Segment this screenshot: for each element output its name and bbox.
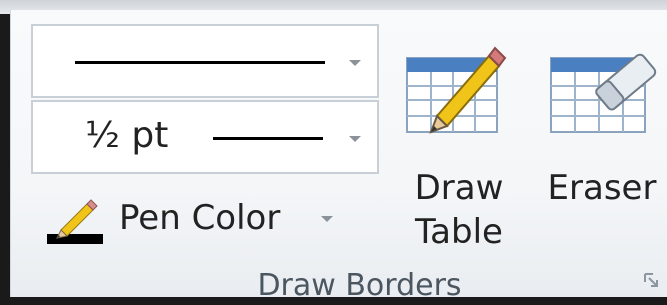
eraser-button[interactable]: Eraser xyxy=(541,38,663,258)
draw-borders-group: ½ pt Pen Color Draw Table Eraser Draw Bo… xyxy=(10,10,667,303)
dialog-launcher-icon[interactable] xyxy=(644,273,658,287)
line-weight-value: ½ pt xyxy=(85,115,169,156)
draw-table-button[interactable]: Draw Table xyxy=(403,38,515,258)
pen-color-button[interactable]: Pen Color xyxy=(41,192,341,248)
line-style-dropdown[interactable] xyxy=(31,24,379,98)
group-title: Draw Borders xyxy=(257,268,462,303)
line-weight-sample xyxy=(213,137,323,140)
chevron-down-icon xyxy=(349,136,361,142)
pen-color-icon xyxy=(47,199,103,244)
eraser-label: Eraser xyxy=(547,168,657,208)
eraser-icon xyxy=(550,53,657,133)
pen-color-label: Pen Color xyxy=(119,198,281,238)
line-weight-dropdown[interactable]: ½ pt xyxy=(31,100,379,174)
draw-table-icon xyxy=(406,46,507,134)
line-style-sample xyxy=(75,61,325,64)
draw-table-label: Draw Table xyxy=(414,168,504,252)
chevron-down-icon[interactable] xyxy=(321,216,333,222)
chevron-down-icon xyxy=(349,60,361,66)
